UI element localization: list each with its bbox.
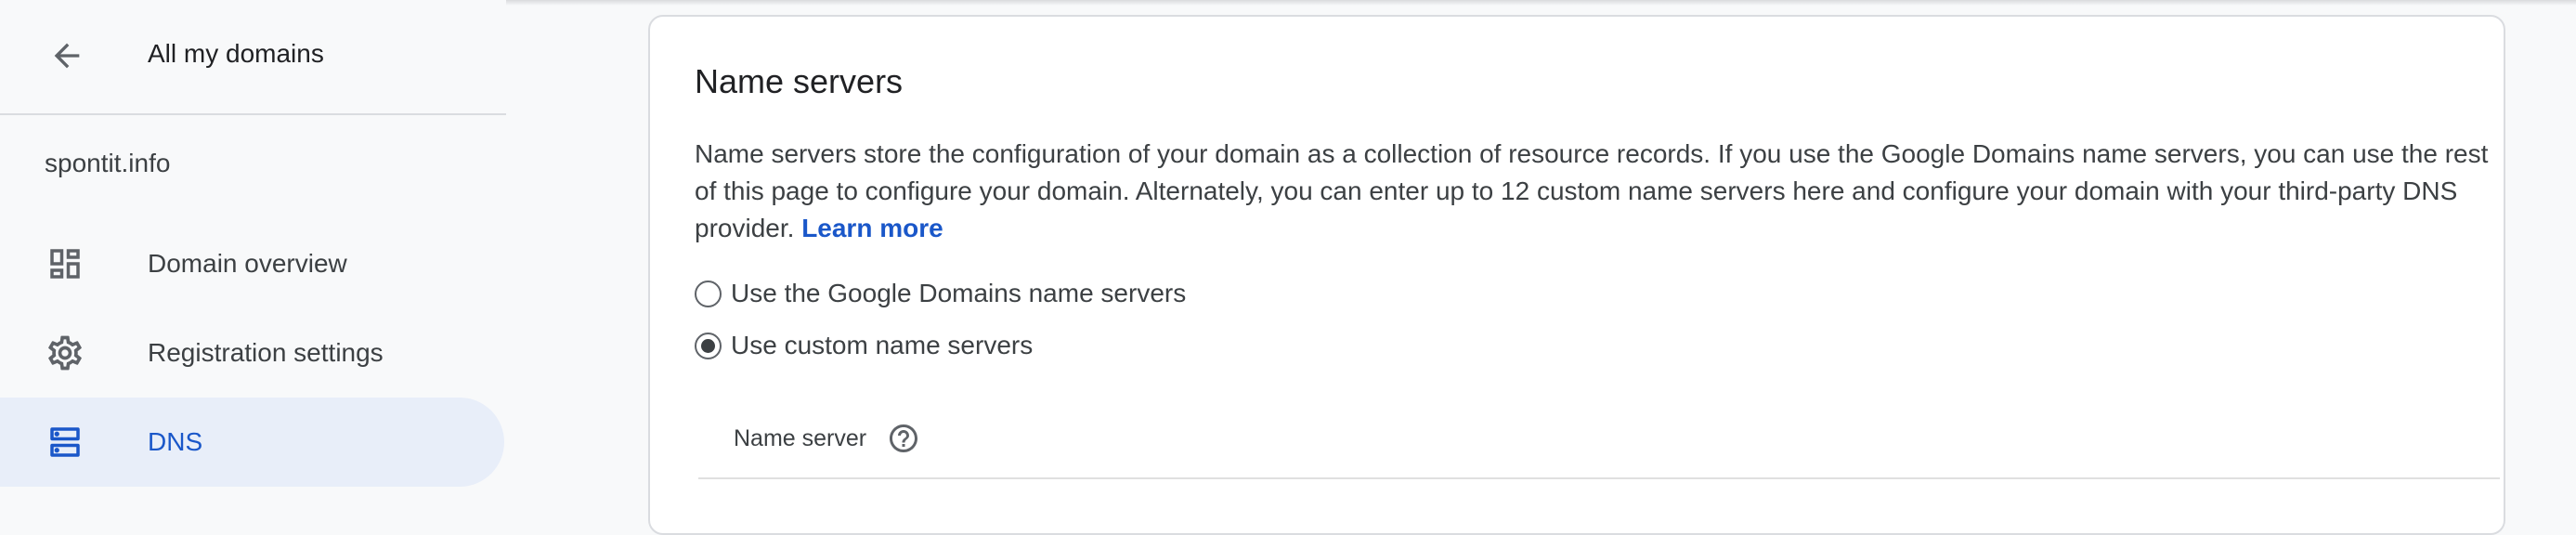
radio-selected-dot (701, 338, 715, 353)
sidebar-divider (0, 113, 506, 115)
name-server-column-label: Name server (734, 425, 867, 451)
table-divider (698, 477, 2500, 479)
option-google-name-servers[interactable]: Use the Google Domains name servers (695, 275, 1186, 312)
learn-more-link[interactable]: Learn more (801, 214, 943, 242)
gear-icon (43, 331, 87, 375)
radio-custom-name-servers[interactable] (695, 332, 722, 359)
domain-name: spontit.info (45, 149, 171, 177)
sidebar: All my domains spontit.info Domain overv… (0, 0, 506, 496)
dashboard-icon (43, 241, 87, 286)
sidebar-item-registration-settings[interactable]: Registration settings (0, 308, 504, 398)
radio-google-name-servers[interactable] (695, 280, 722, 307)
option-custom-name-servers[interactable]: Use custom name servers (695, 327, 1033, 364)
description-text: Name servers store the configuration of … (695, 139, 2489, 242)
help-icon[interactable] (887, 422, 920, 455)
card-title: Name servers (695, 62, 904, 100)
sidebar-item-domain-overview[interactable]: Domain overview (0, 219, 504, 308)
arrow-back-icon[interactable] (45, 33, 89, 78)
card-description: Name servers store the configuration of … (695, 136, 2496, 247)
radio-label: Use the Google Domains name servers (731, 279, 1187, 307)
dns-icon (43, 420, 87, 464)
sidebar-item-label: DNS (148, 427, 203, 456)
back-row[interactable]: All my domains (0, 0, 506, 113)
back-link-label[interactable]: All my domains (148, 37, 324, 71)
sidebar-item-dns[interactable]: DNS (0, 398, 504, 487)
sidebar-item-label: Domain overview (148, 249, 347, 278)
name-server-header: Name server (734, 422, 920, 455)
radio-label: Use custom name servers (731, 331, 1034, 359)
sidebar-item-label: Registration settings (148, 338, 384, 367)
name-servers-card: Name servers Name servers store the conf… (648, 15, 2505, 535)
